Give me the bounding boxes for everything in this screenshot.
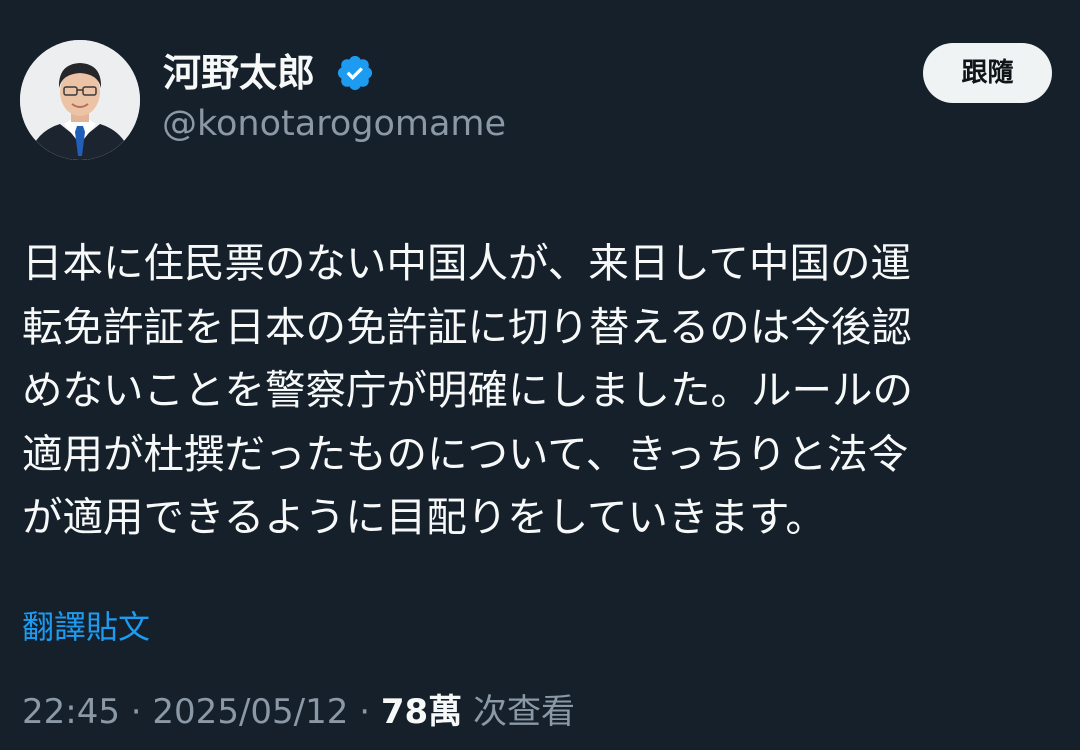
tweet-meta: 22:45 · 2025/05/12 · 78萬 次查看 — [22, 688, 575, 736]
avatar[interactable] — [20, 40, 140, 160]
author-handle[interactable]: @konotarogomame — [162, 100, 506, 148]
translate-post-link[interactable]: 翻譯貼文 — [22, 604, 150, 650]
tweet-text-line: 適用が杜撰だったものについて、きっちりと法令 — [22, 429, 909, 478]
tweet-text-line: めないことを警察庁が明確にしました。ルールの — [22, 366, 913, 414]
tweet-text: 日本に住民票のない中国人が、来日して中国の運 転免許証を日本の免許証に切り替える… — [22, 232, 1052, 550]
avatar-image — [20, 40, 140, 160]
tweet-text-line: 転免許証を日本の免許証に切り替えるのは今後認 — [22, 302, 912, 351]
author-display-name[interactable]: 河野太郎 — [163, 48, 315, 98]
tweet-text-line: 日本に住民票のない中国人が、来日して中国の運 — [22, 239, 911, 287]
tweet-text-line: が適用できるように目配りをしていきます。 — [22, 493, 826, 541]
post-time[interactable]: 22:45 — [22, 692, 120, 732]
verified-badge-icon — [337, 55, 373, 91]
views-label: 次查看 — [472, 692, 575, 732]
post-date[interactable]: 2025/05/12 — [152, 692, 348, 732]
meta-separator: · — [130, 692, 142, 732]
follow-button[interactable]: 跟隨 — [923, 43, 1052, 103]
meta-separator: · — [359, 692, 371, 732]
views-count: 78萬 — [380, 692, 463, 732]
